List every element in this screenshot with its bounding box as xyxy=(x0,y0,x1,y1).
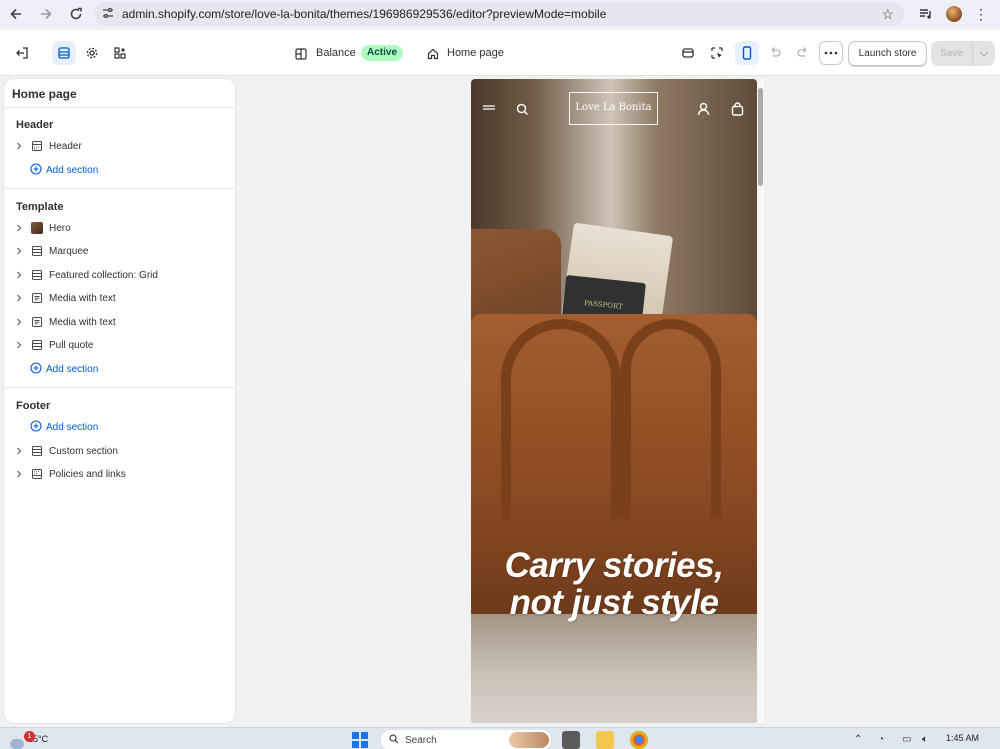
media-text-icon xyxy=(30,315,44,329)
header-section-icon xyxy=(30,139,44,153)
hamburger-menu-icon[interactable] xyxy=(481,101,497,117)
notification-badge: 1 xyxy=(24,731,35,742)
taskbar-search[interactable]: Search xyxy=(381,730,551,749)
chevron-right-icon[interactable] xyxy=(16,318,26,326)
divider xyxy=(4,188,235,189)
group-footer-label: Footer xyxy=(16,400,51,412)
preview-store-header: Love La Bonita · · · · · · · · xyxy=(471,79,757,139)
plus-circle-icon xyxy=(30,361,42,377)
chevron-down-icon[interactable] xyxy=(973,41,995,66)
sidebar-title: Home page xyxy=(12,87,77,101)
section-icon xyxy=(30,244,44,258)
add-section-template[interactable]: Add section xyxy=(30,360,98,378)
chevron-right-icon[interactable] xyxy=(16,224,26,232)
network-icon[interactable]: ◔ xyxy=(878,734,884,745)
chevron-right-icon[interactable] xyxy=(16,447,26,455)
redo-icon[interactable] xyxy=(791,41,815,65)
editor-topbar: Balance Active Home page Launch store Sa… xyxy=(0,30,1000,76)
address-bar[interactable]: admin.shopify.com/store/love-la-bonita/t… xyxy=(94,2,904,26)
theme-status-badge: Active xyxy=(361,45,404,61)
mobile-preview-frame[interactable]: PASSPORT Love La Bonita · · · · · · · · … xyxy=(471,79,757,723)
clock[interactable]: 1:45 AM xyxy=(946,733,979,743)
weather-cloud-icon xyxy=(10,739,24,749)
footer-section-icon xyxy=(30,467,44,481)
sidebar-item-header[interactable]: Header xyxy=(16,137,226,155)
display-icon[interactable]: ▭ xyxy=(902,734,911,745)
home-icon xyxy=(424,42,442,66)
sections-panel-icon[interactable] xyxy=(52,41,76,65)
group-template-label: Template xyxy=(16,201,64,213)
file-explorer-icon[interactable] xyxy=(596,731,614,749)
section-icon xyxy=(30,338,44,352)
store-logo[interactable]: Love La Bonita · · · · · · · · xyxy=(569,92,658,125)
search-icon xyxy=(389,733,399,747)
bookmark-star-icon[interactable]: ☆ xyxy=(881,6,894,23)
page-selector[interactable]: Home page xyxy=(447,47,504,59)
chevron-right-icon[interactable] xyxy=(16,294,26,302)
media-controls-icon[interactable] xyxy=(918,4,934,24)
sidebar-item-featured-collection[interactable]: Featured collection: Grid xyxy=(16,266,226,284)
more-actions-icon[interactable] xyxy=(819,41,843,65)
chevron-right-icon[interactable] xyxy=(16,142,26,150)
launch-store-button[interactable]: Launch store xyxy=(848,41,927,66)
cart-bag-icon[interactable] xyxy=(729,101,745,117)
sections-sidebar: Home page Header Header Add section Temp… xyxy=(4,79,235,723)
mobile-preview-icon[interactable] xyxy=(735,41,759,65)
reload-icon[interactable] xyxy=(66,4,86,24)
chevron-right-icon[interactable] xyxy=(16,341,26,349)
add-section-footer[interactable]: Add section xyxy=(30,418,98,436)
group-header-label: Header xyxy=(16,119,54,131)
url-text[interactable]: admin.shopify.com/store/love-la-bonita/t… xyxy=(122,7,606,21)
chevron-right-icon[interactable] xyxy=(16,247,26,255)
profile-avatar[interactable] xyxy=(946,4,962,24)
plus-circle-icon xyxy=(30,419,42,435)
forward-arrow-icon[interactable] xyxy=(36,4,56,24)
divider xyxy=(4,107,235,108)
inspector-select-icon[interactable] xyxy=(705,41,729,65)
search-highlight-image xyxy=(509,732,549,748)
add-section-header[interactable]: Add section xyxy=(30,161,98,179)
sidebar-item-media-with-text[interactable]: Media with text xyxy=(16,289,226,307)
chevron-up-icon[interactable]: ⌃ xyxy=(854,734,862,745)
exit-editor-icon[interactable] xyxy=(10,41,34,65)
hero-headline[interactable]: Carry stories, not just style xyxy=(471,547,757,621)
undo-icon[interactable] xyxy=(763,41,787,65)
windows-taskbar: 25°C 1 Search ⌃ ◔ ▭ 🔈︎ 1:45 AM xyxy=(0,727,1000,749)
sidebar-item-pull-quote[interactable]: Pull quote xyxy=(16,336,226,354)
theme-layout-icon xyxy=(292,42,310,66)
task-view-icon[interactable] xyxy=(562,731,580,749)
account-icon[interactable] xyxy=(695,101,711,117)
volume-icon[interactable]: 🔈︎ xyxy=(922,734,928,745)
back-arrow-icon[interactable] xyxy=(6,4,26,24)
logo-tagline-decoration: · · · · · · · · xyxy=(588,116,639,121)
sidebar-item-policies-and-links[interactable]: Policies and links xyxy=(16,465,226,483)
theme-settings-gear-icon[interactable] xyxy=(80,41,104,65)
theme-name[interactable]: Balance xyxy=(316,47,356,59)
hero-image-thumbnail xyxy=(30,221,44,235)
site-settings-icon[interactable] xyxy=(102,7,114,22)
section-icon xyxy=(30,444,44,458)
save-button[interactable]: Save xyxy=(931,41,973,66)
windows-start-icon[interactable] xyxy=(352,732,368,748)
chevron-right-icon[interactable] xyxy=(16,470,26,478)
chrome-icon[interactable] xyxy=(630,731,648,749)
divider xyxy=(4,387,235,388)
browser-menu-icon[interactable]: ⋮ xyxy=(974,4,988,24)
hero-image-strap xyxy=(501,319,621,519)
sidebar-item-marquee[interactable]: Marquee xyxy=(16,242,226,260)
section-icon xyxy=(30,268,44,282)
app-embeds-icon[interactable] xyxy=(108,41,132,65)
plus-circle-icon xyxy=(30,162,42,178)
hero-image-strap xyxy=(621,319,721,519)
save-button-group: Save xyxy=(931,41,995,66)
chevron-right-icon[interactable] xyxy=(16,271,26,279)
sidebar-item-media-with-text[interactable]: Media with text xyxy=(16,313,226,331)
sidebar-item-custom-section[interactable]: Custom section xyxy=(16,442,226,460)
search-icon[interactable] xyxy=(514,101,530,117)
sidebar-item-hero[interactable]: Hero xyxy=(16,219,226,237)
preview-scrollbar-thumb[interactable] xyxy=(758,88,763,186)
browser-toolbar: admin.shopify.com/store/love-la-bonita/t… xyxy=(0,0,1000,28)
preview-store-icon[interactable] xyxy=(676,41,700,65)
media-text-icon xyxy=(30,291,44,305)
